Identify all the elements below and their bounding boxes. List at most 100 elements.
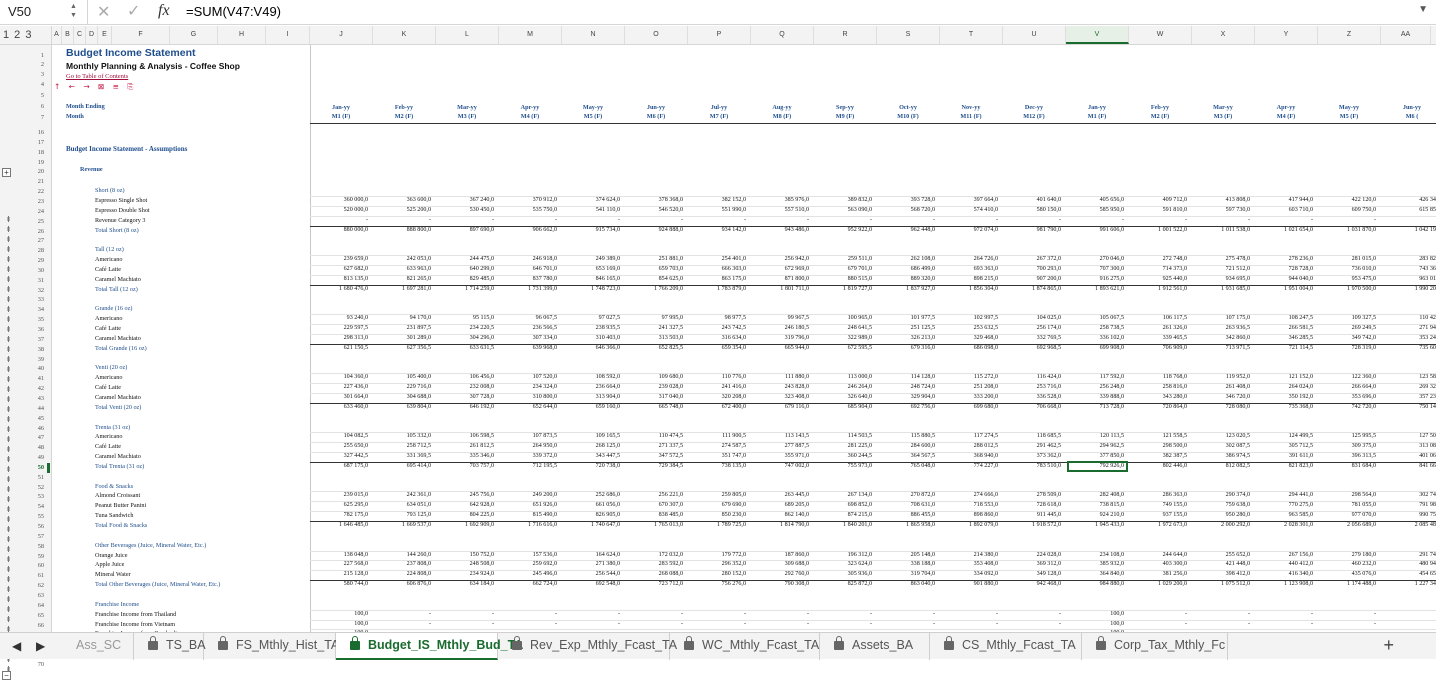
cell-value[interactable]: 880 515,0: [810, 276, 872, 282]
cell-value[interactable]: 409 712,0: [1125, 197, 1187, 203]
cell-value[interactable]: 1 912 561,0: [1125, 286, 1187, 292]
cell-value[interactable]: 627 682,0: [306, 266, 368, 272]
cell-value[interactable]: 897 690,0: [432, 227, 494, 233]
cell-value[interactable]: 755 973,0: [810, 463, 872, 469]
cell-value[interactable]: 924 210,0: [1062, 512, 1124, 518]
cell-value[interactable]: 99 967,5: [747, 315, 809, 321]
cell-value[interactable]: 269 328: [1377, 384, 1436, 390]
cell-value[interactable]: 721 114,5: [1251, 345, 1313, 351]
cell-value[interactable]: 329 468,0: [936, 335, 998, 341]
line-item-label[interactable]: Americano: [95, 315, 123, 322]
cell-value[interactable]: -: [999, 611, 1061, 617]
cell-value[interactable]: 121 558,5: [1125, 433, 1187, 439]
cell-value[interactable]: 950 280,0: [1188, 512, 1250, 518]
add-sheet-icon[interactable]: +: [1383, 635, 1394, 656]
cell-value[interactable]: 271 380,0: [558, 561, 620, 567]
chevron-down-icon[interactable]: ▼: [1418, 4, 1428, 15]
cell-value[interactable]: 1 990 206: [1377, 286, 1436, 292]
cell-value[interactable]: 1 001 522,0: [1125, 227, 1187, 233]
cell-value[interactable]: 342 860,0: [1188, 335, 1250, 341]
column-header-f[interactable]: F: [112, 26, 170, 44]
cell-value[interactable]: 703 757,0: [432, 463, 494, 469]
cell-value[interactable]: 261 326,0: [1125, 325, 1187, 331]
cell-value[interactable]: 633 631,5: [432, 345, 494, 351]
cell-value[interactable]: 898 860,0: [936, 512, 998, 518]
cell-value[interactable]: 981 790,0: [999, 227, 1061, 233]
cell-value[interactable]: 102 997,5: [936, 315, 998, 321]
sheet-tab[interactable]: FS_Mthly_Hist_TA: [204, 633, 339, 660]
cell-value[interactable]: 333 200,0: [936, 394, 998, 400]
cell-value[interactable]: 301 289,0: [369, 335, 431, 341]
cell-value[interactable]: 679 116,0: [747, 404, 809, 410]
cell-value[interactable]: 262 108,0: [873, 256, 935, 262]
cell-value[interactable]: 360 244,5: [810, 453, 872, 459]
cell-value[interactable]: 122 360,0: [1314, 374, 1376, 380]
row-header-38[interactable]: 38: [22, 346, 44, 353]
cell-value[interactable]: 906 662,0: [495, 227, 557, 233]
group-label[interactable]: Food & Snacks: [95, 483, 133, 490]
total-row-label[interactable]: Total Grande (16 oz): [95, 345, 147, 352]
cell-value[interactable]: 263 445,0: [747, 492, 809, 498]
cell-value[interactable]: 248 508,0: [432, 561, 494, 567]
cell-value[interactable]: 107 520,0: [495, 374, 557, 380]
row-header-24[interactable]: 24: [22, 208, 44, 215]
cell-value[interactable]: 179 772,0: [684, 552, 746, 558]
cell-value[interactable]: -: [747, 217, 809, 223]
cell-value[interactable]: 907 200,0: [999, 276, 1061, 282]
row-header-33[interactable]: 33: [22, 296, 44, 303]
row-header-70[interactable]: 70: [22, 661, 44, 668]
cell-value[interactable]: -: [1314, 611, 1376, 617]
cell-value[interactable]: 925 440,0: [1125, 276, 1187, 282]
cell-value[interactable]: 802 446,0: [1125, 463, 1187, 469]
column-header-a[interactable]: A: [52, 26, 62, 44]
cell-value[interactable]: 382 387,5: [1125, 453, 1187, 459]
cell-value[interactable]: 110 474,5: [621, 433, 683, 439]
cell-value[interactable]: 1 011 538,0: [1188, 227, 1250, 233]
cell-value[interactable]: 546 520,0: [621, 207, 683, 213]
cell-value[interactable]: 385 932,0: [1062, 561, 1124, 567]
cell-value[interactable]: 277 887,5: [747, 443, 809, 449]
cell-value[interactable]: -: [1251, 621, 1313, 627]
cell-value[interactable]: 106 456,0: [432, 374, 494, 380]
row-header-3[interactable]: 3: [22, 71, 44, 78]
cell-value[interactable]: 355 971,0: [747, 453, 809, 459]
cell-value[interactable]: 659 354,0: [684, 345, 746, 351]
cell-value[interactable]: 1 972 673,0: [1125, 522, 1187, 528]
row-header-56[interactable]: 56: [22, 523, 44, 530]
cell-value[interactable]: 322 989,0: [810, 335, 872, 341]
cell-value[interactable]: 281 225,0: [810, 443, 872, 449]
cell-value[interactable]: 666 303,0: [684, 266, 746, 272]
cell-value[interactable]: 937 155,0: [1125, 512, 1187, 518]
cell-value[interactable]: 120 113,5: [1062, 433, 1124, 439]
cell-value[interactable]: 782 175,0: [306, 512, 368, 518]
cell-value[interactable]: 244 644,0: [1125, 552, 1187, 558]
cell-value[interactable]: 821 265,0: [369, 276, 431, 282]
cell-value[interactable]: 246 180,5: [747, 325, 809, 331]
cell-value[interactable]: 274 666,0: [936, 492, 998, 498]
cell-value[interactable]: 138 048,0: [306, 552, 368, 558]
cell-value[interactable]: 609 750,0: [1314, 207, 1376, 213]
cell-value[interactable]: 713 971,5: [1188, 345, 1250, 351]
cell-value[interactable]: 316 634,0: [684, 335, 746, 341]
cell-value[interactable]: 357 232: [1377, 394, 1436, 400]
cell-value[interactable]: 106 598,5: [432, 433, 494, 439]
cell-value[interactable]: 96 067,5: [495, 315, 557, 321]
total-row-label[interactable]: Total Venti (20 oz): [95, 404, 141, 411]
cell-value[interactable]: 689 205,0: [747, 502, 809, 508]
cell-value[interactable]: -: [1125, 621, 1187, 627]
cell-value[interactable]: 639 804,0: [369, 404, 431, 410]
cell-value[interactable]: 1 814 790,0: [747, 522, 809, 528]
row-header-29[interactable]: 29: [22, 257, 44, 264]
cell-value[interactable]: 397 664,0: [936, 197, 998, 203]
cell-value[interactable]: 815 490,0: [495, 512, 557, 518]
line-item-label[interactable]: Americano: [95, 374, 123, 381]
cell-value[interactable]: 326 640,0: [810, 394, 872, 400]
cell-value[interactable]: 313 087: [1377, 443, 1436, 449]
cell-value[interactable]: -: [1377, 217, 1436, 223]
cell-value[interactable]: 264 950,0: [495, 443, 557, 449]
cell-value[interactable]: 123 020,5: [1188, 433, 1250, 439]
cell-value[interactable]: 692 968,5: [999, 345, 1061, 351]
cell-value[interactable]: 862 140,0: [747, 512, 809, 518]
cell-value[interactable]: 934 142,0: [684, 227, 746, 233]
cell-value[interactable]: 1 227 344: [1377, 581, 1436, 587]
